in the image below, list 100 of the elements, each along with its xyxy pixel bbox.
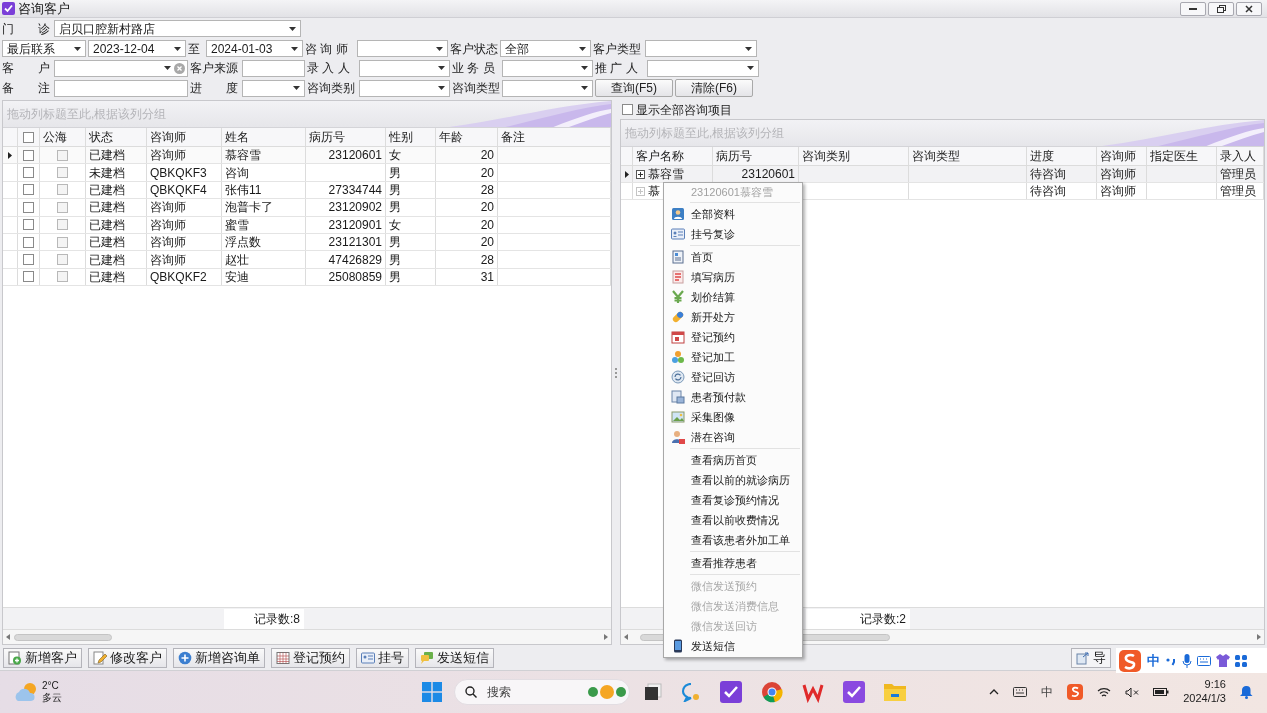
sogou-logo-icon[interactable] bbox=[1067, 684, 1084, 700]
dropdown-field[interactable] bbox=[647, 59, 759, 77]
toolbar-button[interactable]: 导 bbox=[1071, 647, 1111, 668]
column-header[interactable]: 年龄 bbox=[436, 128, 498, 146]
menu-item[interactable]: 查看以前收费情况 bbox=[664, 510, 802, 530]
column-header[interactable]: 客户名称 bbox=[633, 147, 713, 165]
microphone-icon[interactable] bbox=[1182, 653, 1192, 668]
column-header[interactable]: 病历号 bbox=[713, 147, 799, 165]
public-pool-checkbox[interactable] bbox=[57, 219, 68, 231]
clear-icon[interactable] bbox=[174, 62, 185, 74]
public-pool-checkbox[interactable] bbox=[57, 167, 68, 179]
scroll-left-icon[interactable] bbox=[6, 634, 10, 640]
column-header[interactable]: 咨询类别 bbox=[799, 147, 909, 165]
column-header[interactable]: 备注 bbox=[498, 128, 611, 146]
row-checkbox[interactable] bbox=[23, 149, 34, 161]
search-field[interactable]: 搜索 bbox=[454, 679, 630, 705]
column-header[interactable]: 公海 bbox=[40, 128, 86, 146]
keyboard-icon[interactable] bbox=[1013, 687, 1028, 697]
public-pool-checkbox[interactable] bbox=[57, 236, 68, 248]
dropdown-field[interactable] bbox=[359, 79, 450, 97]
input-field[interactable] bbox=[54, 79, 188, 97]
toolbar-button[interactable]: 挂号 bbox=[356, 647, 409, 668]
menu-item[interactable]: 查看该患者外加工单 bbox=[664, 530, 802, 550]
expand-icon[interactable] bbox=[636, 169, 645, 179]
column-header[interactable]: 咨询师 bbox=[147, 128, 222, 146]
row-checkbox[interactable] bbox=[23, 236, 34, 248]
folder-icon[interactable] bbox=[884, 682, 906, 702]
menu-item[interactable]: 查看以前的就诊病历 bbox=[664, 470, 802, 490]
input-method-indicator[interactable]: 中 bbox=[1041, 683, 1054, 701]
column-header[interactable]: 姓名 bbox=[222, 128, 306, 146]
dropdown-field[interactable]: 2024-01-03 bbox=[206, 40, 303, 58]
battery-icon[interactable] bbox=[1153, 687, 1170, 697]
table-row[interactable]: 已建档 咨询师 泡普卡了 23120902 男 20 bbox=[3, 199, 611, 217]
toolbar-button[interactable]: 登记预约 bbox=[271, 647, 350, 668]
dropdown-field[interactable]: 全部 bbox=[500, 40, 591, 58]
dropdown-field[interactable] bbox=[502, 59, 593, 77]
menu-item[interactable]: 首页 bbox=[664, 247, 802, 267]
menu-item[interactable]: 查看病历首页 bbox=[664, 450, 802, 470]
dropdown-field[interactable]: 2023-12-04 bbox=[88, 40, 186, 58]
table-row[interactable]: 已建档 咨询师 慕容雪 23120601 女 20 bbox=[3, 147, 611, 165]
checkmark-app-icon[interactable] bbox=[720, 681, 742, 703]
select-all-checkbox[interactable] bbox=[23, 131, 34, 143]
scroll-left-icon[interactable] bbox=[624, 634, 628, 640]
row-checkbox[interactable] bbox=[23, 201, 34, 213]
dropdown-field[interactable] bbox=[54, 59, 188, 77]
chat-bubble-icon[interactable] bbox=[681, 682, 701, 702]
action-button[interactable]: 查询(F5) bbox=[595, 79, 673, 98]
menu-item[interactable]: 查看复诊预约情况 bbox=[664, 490, 802, 510]
column-header[interactable]: 咨询类型 bbox=[909, 147, 1027, 165]
row-checkbox[interactable] bbox=[23, 219, 34, 231]
row-checkbox[interactable] bbox=[23, 271, 34, 283]
row-checkbox[interactable] bbox=[23, 167, 34, 179]
sogou-logo-icon[interactable] bbox=[1118, 648, 1142, 673]
public-pool-checkbox[interactable] bbox=[57, 271, 68, 283]
menu-item[interactable]: 采集图像 bbox=[664, 407, 802, 427]
table-row[interactable]: 慕容雪 23120601 待咨询 咨询师 管理员 bbox=[621, 166, 1264, 183]
dropdown-field[interactable] bbox=[359, 59, 450, 77]
menu-item[interactable]: 登记回访 bbox=[664, 367, 802, 387]
table-row[interactable]: 已建档 咨询师 赵壮 47426829 男 28 bbox=[3, 251, 611, 269]
restore-button[interactable] bbox=[1208, 1, 1234, 16]
input-field[interactable] bbox=[242, 59, 305, 77]
grid-icon[interactable] bbox=[1235, 654, 1247, 667]
browser-icon[interactable] bbox=[761, 681, 783, 703]
menu-item[interactable]: 填写病历 bbox=[664, 267, 802, 287]
column-header[interactable]: 性别 bbox=[386, 128, 436, 146]
ime-mode[interactable]: 中 bbox=[1147, 650, 1160, 671]
scroll-right-icon[interactable] bbox=[1257, 634, 1261, 640]
dropdown-field[interactable]: 最后联系 bbox=[2, 40, 86, 58]
wifi-icon[interactable] bbox=[1097, 686, 1112, 698]
toolbar-button[interactable]: 新增客户 bbox=[3, 647, 82, 668]
row-checkbox[interactable] bbox=[23, 254, 34, 266]
toolbar-button[interactable]: 新增咨询单 bbox=[173, 647, 265, 668]
menu-item[interactable]: 发送短信 bbox=[664, 636, 802, 656]
minimize-button[interactable] bbox=[1180, 1, 1206, 16]
menu-item[interactable]: 挂号复诊 bbox=[664, 224, 802, 244]
task-view-icon[interactable] bbox=[644, 683, 662, 701]
dropdown-field[interactable] bbox=[242, 79, 305, 97]
bell-icon[interactable] bbox=[1240, 685, 1253, 699]
dropdown-field[interactable] bbox=[502, 79, 593, 97]
menu-item[interactable]: 新开处方 bbox=[664, 307, 802, 327]
column-header[interactable]: 咨询师 bbox=[1097, 147, 1147, 165]
menu-item[interactable]: 查看推荐患者 bbox=[664, 553, 802, 573]
speaker-muted-icon[interactable] bbox=[1125, 686, 1140, 698]
horizontal-scrollbar[interactable] bbox=[3, 629, 611, 644]
menu-item[interactable]: 划价结算 bbox=[664, 287, 802, 307]
column-header[interactable]: 进度 bbox=[1027, 147, 1097, 165]
start-icon[interactable] bbox=[422, 682, 442, 702]
row-checkbox[interactable] bbox=[23, 184, 34, 196]
column-header[interactable]: 录入人 bbox=[1217, 147, 1264, 165]
menu-item[interactable]: 患者预付款 bbox=[664, 387, 802, 407]
dropdown-field[interactable] bbox=[645, 40, 757, 58]
close-button[interactable] bbox=[1236, 1, 1262, 16]
public-pool-checkbox[interactable] bbox=[57, 254, 68, 266]
public-pool-checkbox[interactable] bbox=[57, 184, 68, 196]
menu-item[interactable]: 登记预约 bbox=[664, 327, 802, 347]
public-pool-checkbox[interactable] bbox=[57, 201, 68, 213]
show-all-checkbox[interactable] bbox=[622, 104, 633, 115]
shirt-icon[interactable] bbox=[1216, 654, 1230, 667]
action-button[interactable]: 清除(F6) bbox=[675, 79, 753, 98]
scroll-right-icon[interactable] bbox=[604, 634, 608, 640]
